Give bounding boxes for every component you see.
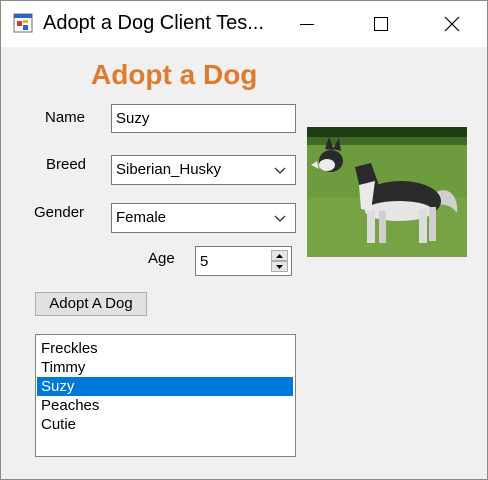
gender-dropdown[interactable]: Female: [111, 203, 296, 233]
arrow-down-icon: [276, 264, 283, 269]
close-icon: [444, 16, 460, 32]
list-item[interactable]: Cutie: [37, 415, 293, 434]
name-input-value: Suzy: [116, 110, 150, 127]
name-label: Name: [45, 109, 86, 126]
close-button[interactable]: [429, 1, 475, 47]
maximize-button[interactable]: [358, 1, 404, 47]
age-decrement-button[interactable]: [271, 261, 288, 272]
breed-dropdown[interactable]: Siberian_Husky: [111, 155, 296, 185]
chevron-down-icon: [274, 167, 286, 174]
app-window: Adopt a Dog Client Tes... Adopt a Dog Na…: [0, 0, 488, 480]
name-input[interactable]: Suzy: [111, 104, 296, 133]
app-icon: [13, 13, 33, 33]
window-title: Adopt a Dog Client Tes...: [43, 12, 264, 34]
age-increment-button[interactable]: [271, 250, 288, 261]
age-value: 5: [200, 253, 209, 270]
arrow-up-icon: [276, 253, 283, 258]
maximize-icon: [374, 17, 388, 31]
title-bar[interactable]: Adopt a Dog Client Tes...: [1, 1, 487, 47]
chevron-down-icon: [274, 215, 286, 222]
list-item[interactable]: Freckles: [37, 339, 293, 358]
breed-selected-value: Siberian_Husky: [116, 161, 222, 178]
gender-label: Gender: [34, 204, 85, 221]
gender-selected-value: Female: [116, 209, 167, 226]
list-item[interactable]: Peaches: [37, 396, 293, 415]
age-stepper[interactable]: 5: [195, 246, 292, 276]
dog-photo: [307, 127, 467, 257]
dog-listbox[interactable]: Freckles Timmy Suzy Peaches Cutie: [35, 334, 296, 457]
minimize-button[interactable]: [284, 1, 330, 47]
list-item-selected[interactable]: Suzy: [37, 377, 293, 396]
page-heading: Adopt a Dog: [91, 59, 258, 90]
age-label: Age: [148, 250, 175, 267]
minimize-icon: [300, 23, 314, 25]
list-item[interactable]: Timmy: [37, 358, 293, 377]
breed-label: Breed: [46, 156, 87, 173]
adopt-a-dog-button[interactable]: Adopt A Dog: [35, 292, 147, 316]
